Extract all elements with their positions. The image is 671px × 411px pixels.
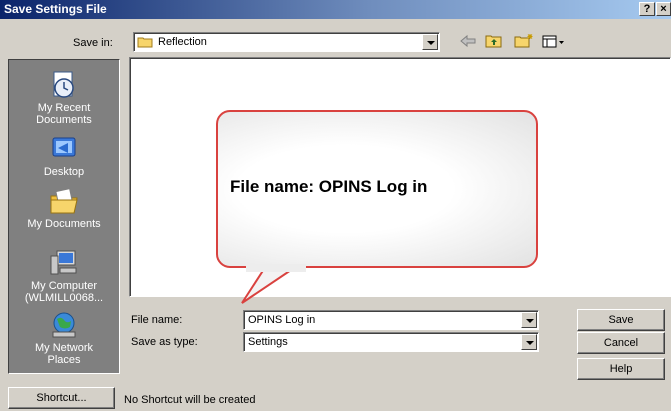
my-documents-icon <box>50 188 78 214</box>
recent-documents-icon <box>53 71 74 98</box>
save-as-type-value: Settings <box>248 336 288 348</box>
back-arrow-icon[interactable] <box>459 33 477 49</box>
place-label: My Recent <box>37 102 91 114</box>
network-places-icon <box>52 312 76 338</box>
close-title-button[interactable]: × <box>656 2 671 16</box>
save-as-type-dropdown-button[interactable] <box>521 334 537 350</box>
file-name-dropdown-button[interactable] <box>521 312 537 328</box>
place-my-recent-documents[interactable]: My Recent Documents <box>9 70 119 126</box>
shortcut-button[interactable]: Shortcut... <box>8 387 115 409</box>
place-label: Places <box>47 354 81 366</box>
save-button[interactable]: Save <box>577 309 665 331</box>
view-menu-button[interactable] <box>542 35 566 52</box>
view-menu-icon <box>542 35 564 48</box>
file-name-input[interactable]: OPINS Log in <box>248 314 315 326</box>
place-label: (WLMILL0068... <box>24 292 104 304</box>
desktop-icon <box>52 137 76 157</box>
callout-text: File name: OPINS Log in <box>230 177 428 196</box>
place-my-computer[interactable]: My Computer (WLMILL0068... <box>9 248 119 304</box>
places-bar: My Recent Documents Desktop My Documents… <box>8 59 120 374</box>
place-label: Desktop <box>43 166 85 178</box>
save-in-label: Save in: <box>73 37 113 49</box>
shortcut-status-text: No Shortcut will be created <box>124 394 256 406</box>
place-label: My Network <box>34 342 94 354</box>
callout-joint <box>246 264 306 272</box>
help-button[interactable]: Help <box>577 358 665 380</box>
place-my-network-places[interactable]: My Network Places <box>9 310 119 366</box>
place-desktop[interactable]: Desktop <box>9 134 119 178</box>
save-in-dropdown-button[interactable] <box>422 34 438 50</box>
window-title: Save Settings File <box>4 2 107 16</box>
save-in-value: Reflection <box>158 36 207 48</box>
new-folder-icon[interactable] <box>514 33 534 49</box>
title-bar: Save Settings File ? × <box>0 0 671 19</box>
place-label: My Computer <box>30 280 98 292</box>
my-computer-icon <box>50 250 77 275</box>
place-my-documents[interactable]: My Documents <box>9 186 119 230</box>
place-label: My Documents <box>27 218 101 230</box>
folder-icon <box>137 37 153 48</box>
save-as-type-label: Save as type: <box>131 336 198 348</box>
place-label: Documents <box>36 114 92 126</box>
up-folder-icon[interactable] <box>485 33 503 49</box>
cancel-button[interactable]: Cancel <box>577 332 665 354</box>
file-name-combo[interactable]: OPINS Log in <box>243 310 539 330</box>
help-title-button[interactable]: ? <box>639 2 655 16</box>
file-name-label: File name: <box>131 314 183 326</box>
save-as-type-combo[interactable]: Settings <box>243 332 539 352</box>
callout-box: File name: OPINS Log in <box>216 110 538 268</box>
save-in-combo[interactable]: Reflection <box>133 32 440 52</box>
